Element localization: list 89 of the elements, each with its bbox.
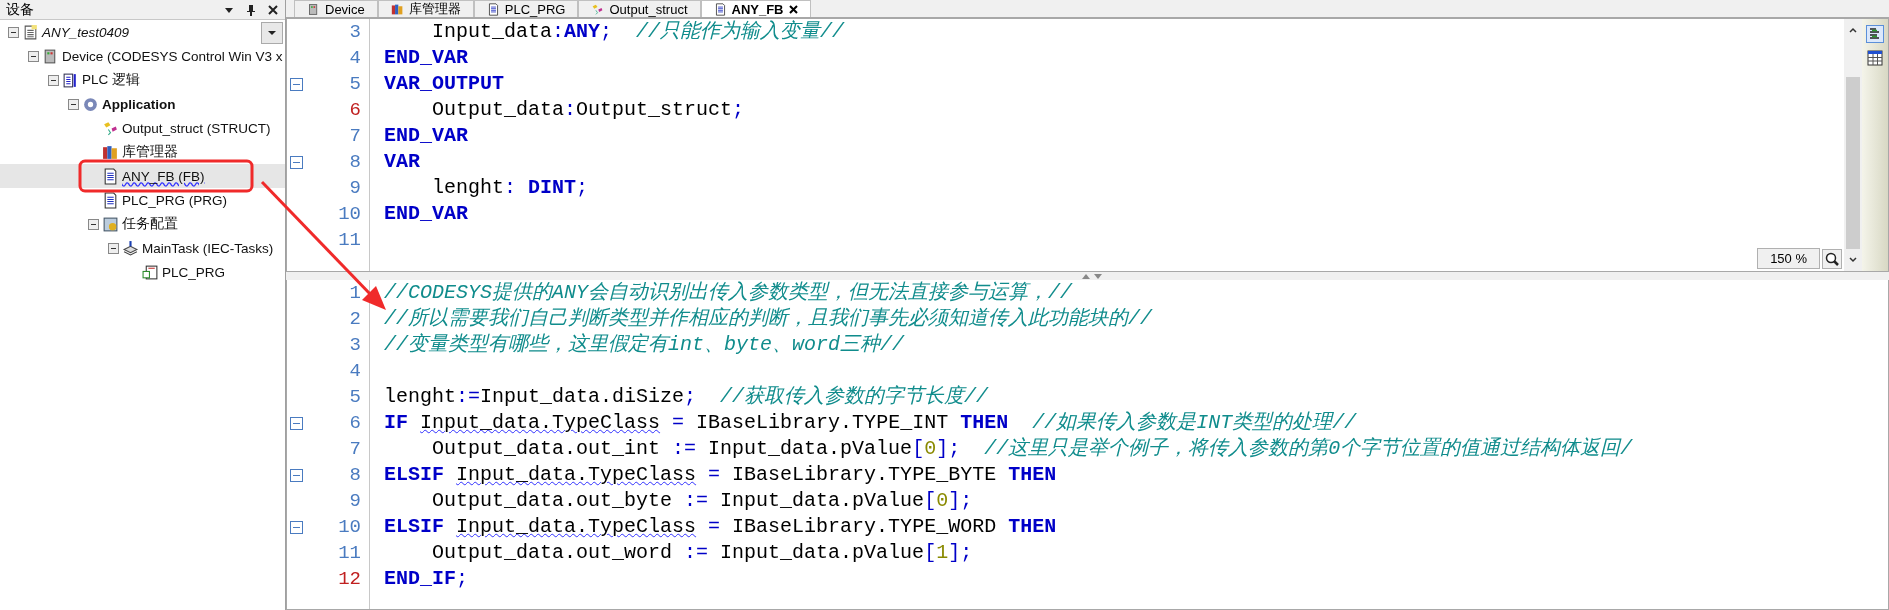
code-line: Output_data:Output_struct; <box>431 97 746 123</box>
line-number: 6 <box>348 412 362 434</box>
tree-item[interactable]: 任务配置 <box>0 212 285 236</box>
tree-item[interactable]: PLC_PRG <box>0 260 285 284</box>
collapse-icon[interactable] <box>28 50 39 62</box>
caret-icon <box>267 29 277 37</box>
code-line: END_VAR <box>384 45 469 71</box>
tab[interactable]: Output_struct <box>578 0 701 17</box>
code-line: //变量类型有哪些，这里假定有int、byte、word三种// <box>384 332 906 358</box>
code-line: IF Input_data.TypeClass = IBaseLibrary.TYPE_INT THEN //如果传入参数是INT类型的处理// <box>384 410 1358 436</box>
document-icon <box>22 23 39 41</box>
tab[interactable]: ANY_FB <box>700 0 811 17</box>
panel-title: 设备 <box>6 0 35 19</box>
zoom-level[interactable]: 150 % <box>1757 248 1820 269</box>
tab[interactable]: PLC_PRG <box>473 0 579 17</box>
scroll-down-icon[interactable] <box>1848 255 1858 265</box>
tree-item[interactable]: Device (CODESYS Control Win V3 x <box>0 44 285 68</box>
line-number: 10 <box>337 203 362 225</box>
line-number: 7 <box>348 125 362 147</box>
code-line: END_IF; <box>384 566 470 592</box>
code-line: END_VAR <box>384 123 469 149</box>
struct-icon <box>591 2 605 16</box>
code-line: VAR_OUTPUT <box>384 71 506 97</box>
line-number: 1 <box>348 282 362 304</box>
splitter-grip-icon[interactable] <box>1081 273 1103 279</box>
line-number: 9 <box>348 177 362 199</box>
line-number: 12 <box>337 568 362 590</box>
document-icon <box>713 2 727 16</box>
line-number: 2 <box>348 308 362 330</box>
code-line: //所以需要我们自己判断类型并作相应的判断，且我们事先必须知道传入此功能块的// <box>384 306 1154 332</box>
collapse-icon[interactable] <box>8 26 19 38</box>
line-number: 8 <box>348 151 362 173</box>
tree-item[interactable]: PLC_PRG (PRG) <box>0 188 285 212</box>
code-line: END_VAR <box>384 201 469 227</box>
tree-item[interactable]: 库管理器 <box>0 140 285 164</box>
struct-icon <box>102 119 119 137</box>
document-icon <box>486 2 500 16</box>
tree-item[interactable]: PLC 逻辑 <box>0 68 285 92</box>
document-icon <box>142 263 159 281</box>
line-number: 5 <box>348 386 362 408</box>
code-line: ELSIF Input_data.TypeClass = IBaseLibrary.TYPE_WORD THEN <box>384 514 1058 540</box>
code-line: //CODESYS提供的ANY会自动识别出传入参数类型，但无法直接参与运算，// <box>384 280 1074 306</box>
line-number: 9 <box>348 490 362 512</box>
line-number: 3 <box>348 334 362 356</box>
tree-item[interactable]: Application <box>0 92 285 116</box>
code-line: lenght: DINT; <box>431 175 590 201</box>
code-line: lenght:=Input_data.diSize; //获取传入参数的字节长度// <box>384 384 990 410</box>
code-line: VAR <box>384 149 421 175</box>
tree-item[interactable]: MainTask (IEC-Tasks) <box>0 236 285 260</box>
close-icon[interactable] <box>788 4 798 14</box>
device-icon <box>307 2 320 16</box>
line-number: 11 <box>337 229 362 251</box>
tree-item[interactable]: ANY_test0409 <box>0 20 285 44</box>
line-number: 6 <box>348 99 362 121</box>
tab[interactable]: Device <box>294 0 378 17</box>
line-number: 8 <box>348 464 362 486</box>
zoom-icon[interactable] <box>1822 248 1842 269</box>
line-number: 4 <box>348 47 362 69</box>
line-number: 7 <box>348 438 362 460</box>
tab[interactable]: 库管理器 <box>377 0 474 17</box>
stack-icon <box>122 239 139 257</box>
collapse-icon[interactable] <box>48 74 59 86</box>
tree-item[interactable]: Output_struct (STRUCT) <box>0 116 285 140</box>
close-icon[interactable] <box>267 3 279 16</box>
line-number: 4 <box>348 360 362 382</box>
pin-icon[interactable] <box>245 3 257 16</box>
line-number: 3 <box>348 21 362 43</box>
books-icon <box>390 2 404 16</box>
table-view-icon[interactable] <box>1866 49 1884 67</box>
document-icon <box>102 167 119 185</box>
line-number: 11 <box>337 542 362 564</box>
code-line: ELSIF Input_data.TypeClass = IBaseLibrary.TYPE_BYTE THEN <box>384 462 1058 488</box>
scroll-up-icon[interactable] <box>1848 25 1858 35</box>
collapse-icon[interactable] <box>108 242 119 254</box>
dropdown-button[interactable] <box>261 22 283 44</box>
line-number: 5 <box>348 73 362 95</box>
code-line: Input_data:ANY; //只能作为输入变量// <box>431 19 846 45</box>
line-number: 10 <box>337 516 362 538</box>
text-view-icon[interactable] <box>1866 25 1884 43</box>
document-icon <box>102 191 119 209</box>
tree-item[interactable]: ANY_FB (FB) <box>0 164 285 188</box>
collapse-icon[interactable] <box>88 218 99 230</box>
collapse-icon[interactable] <box>68 98 79 110</box>
books-icon <box>102 143 119 161</box>
code-line: Output_data.out_int := Input_data.pValue[0]; //这里只是举个例子，将传入参数的第0个字节位置的值通过结构体返回/ <box>431 436 1634 462</box>
code-line: Output_data.out_word := Input_data.pValue[1]; <box>431 540 974 566</box>
scrollbar-thumb[interactable] <box>1846 77 1860 249</box>
code-line: Output_data.out_byte := Input_data.pValue[0]; <box>431 488 974 514</box>
document-icon <box>62 71 79 89</box>
